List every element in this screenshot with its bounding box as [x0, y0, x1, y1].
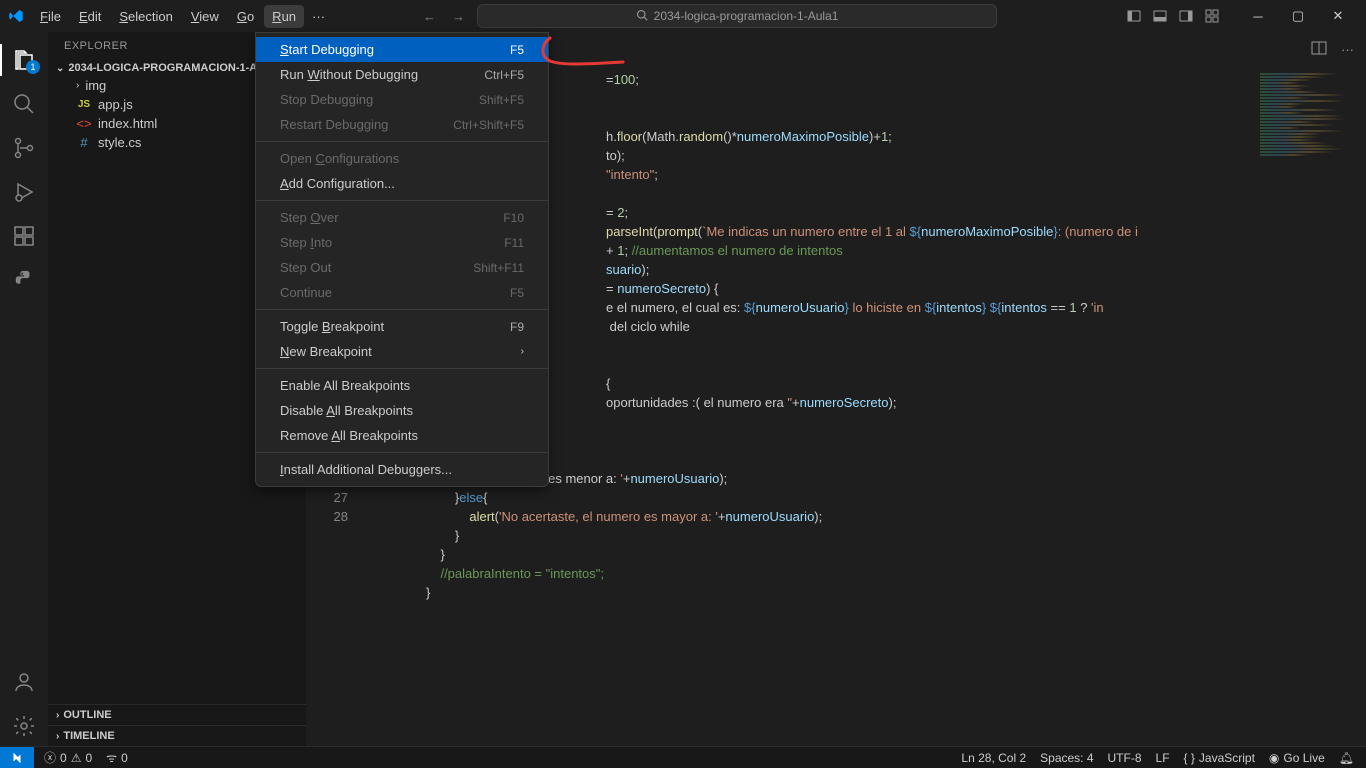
title-bar: FileEditSelectionViewGoRun ··· ← → 2034-… [0, 0, 1366, 32]
outline-section[interactable]: › OUTLINE [48, 704, 306, 725]
status-language[interactable]: { }JavaScript [1184, 751, 1255, 765]
warning-icon: ⚠ [71, 751, 82, 765]
css-file-icon: # [76, 135, 92, 150]
customize-layout-icon[interactable] [1204, 8, 1220, 24]
activity-bar: 1 [0, 32, 48, 746]
braces-icon: { } [1184, 751, 1195, 765]
timeline-label: TIMELINE [63, 730, 114, 742]
js-file-icon: JS [76, 99, 92, 110]
menu-item-new-breakpoint[interactable]: New Breakpoint› [256, 339, 548, 364]
status-indent[interactable]: Spaces: 4 [1040, 751, 1093, 765]
menu-item-remove-all-breakpoints[interactable]: Remove All Breakpoints [256, 423, 548, 448]
menu-overflow-icon[interactable]: ··· [304, 5, 333, 28]
activity-run-debug[interactable] [0, 172, 48, 212]
error-icon: ⓧ [44, 749, 56, 766]
menu-item-run-without-debugging[interactable]: Run Without DebuggingCtrl+F5 [256, 62, 548, 87]
run-menu: Start DebuggingF5Run Without DebuggingCt… [255, 32, 549, 487]
menu-file[interactable]: File [32, 5, 69, 28]
more-actions-icon[interactable]: ··· [1341, 42, 1354, 57]
menu-item-add-configuration-[interactable]: Add Configuration... [256, 171, 548, 196]
remote-button[interactable] [0, 747, 34, 768]
menu-selection[interactable]: Selection [111, 5, 180, 28]
nav-back-icon[interactable]: ← [423, 9, 436, 24]
antenna-icon: ᯤ [106, 749, 117, 766]
status-ports[interactable]: ᯤ0 [106, 749, 128, 766]
menu-item-step-out: Step OutShift+F11 [256, 255, 548, 280]
explorer-badge: 1 [26, 60, 40, 74]
maximize-button[interactable]: ▢ [1278, 0, 1318, 32]
status-bar: ⓧ0 ⚠0 ᯤ0 Ln 28, Col 2 Spaces: 4 UTF-8 LF… [0, 746, 1366, 768]
vscode-logo-icon [8, 8, 24, 24]
menu-view[interactable]: View [183, 5, 227, 28]
activity-source-control[interactable] [0, 128, 48, 168]
search-icon [636, 9, 648, 24]
chevron-right-icon: › [521, 346, 524, 357]
chevron-right-icon: › [56, 710, 59, 721]
toggle-panel-bottom-icon[interactable] [1152, 8, 1168, 24]
activity-extensions[interactable] [0, 216, 48, 256]
activity-settings[interactable] [0, 706, 48, 746]
menu-item-continue: ContinueF5 [256, 280, 548, 305]
toggle-panel-left-icon[interactable] [1126, 8, 1142, 24]
activity-search[interactable] [0, 84, 48, 124]
status-eol[interactable]: LF [1156, 751, 1170, 765]
menu-item-enable-all-breakpoints[interactable]: Enable All Breakpoints [256, 373, 548, 398]
activity-python[interactable] [0, 260, 48, 300]
window-controls: ─ ▢ ✕ [1238, 0, 1358, 32]
menu-item-disable-all-breakpoints[interactable]: Disable All Breakpoints [256, 398, 548, 423]
status-cursor[interactable]: Ln 28, Col 2 [961, 751, 1026, 765]
split-editor-icon[interactable] [1311, 40, 1327, 59]
menu-item-restart-debugging: Restart DebuggingCtrl+Shift+F5 [256, 112, 548, 137]
minimize-button[interactable]: ─ [1238, 0, 1278, 32]
menu-item-start-debugging[interactable]: Start DebuggingF5 [256, 37, 548, 62]
layout-controls [1126, 8, 1220, 24]
status-problems[interactable]: ⓧ0 ⚠0 [44, 749, 92, 766]
sidebar-title: EXPLORER [64, 40, 128, 52]
html-file-icon: <> [76, 116, 92, 131]
toggle-panel-right-icon[interactable] [1178, 8, 1194, 24]
chevron-down-icon: ⌄ [56, 63, 64, 74]
timeline-section[interactable]: › TIMELINE [48, 725, 306, 746]
minimap[interactable] [1256, 67, 1366, 746]
nav-forward-icon[interactable]: → [452, 9, 465, 24]
menu-item-open-configurations: Open Configurations [256, 146, 548, 171]
menu-edit[interactable]: Edit [71, 5, 109, 28]
menu-run[interactable]: Run [264, 5, 304, 28]
close-window-button[interactable]: ✕ [1318, 0, 1358, 32]
folder-root-label: 2034-LOGICA-PROGRAMACION-1-A... [68, 62, 266, 74]
menu-item-install-additional-debuggers-[interactable]: Install Additional Debuggers... [256, 457, 548, 482]
menu-item-toggle-breakpoint[interactable]: Toggle BreakpointF9 [256, 314, 548, 339]
chevron-right-icon: › [56, 731, 59, 742]
broadcast-icon: ◉ [1269, 751, 1279, 765]
menu-bar: FileEditSelectionViewGoRun [32, 5, 304, 28]
menu-go[interactable]: Go [229, 5, 262, 28]
bell-icon: 🔔︎ [1339, 751, 1354, 765]
activity-explorer[interactable]: 1 [0, 40, 48, 80]
search-text: 2034-logica-programacion-1-Aula1 [654, 9, 839, 23]
chevron-right-icon: › [76, 80, 79, 91]
status-go-live[interactable]: ◉Go Live [1269, 751, 1325, 765]
outline-label: OUTLINE [63, 709, 111, 721]
nav-arrows: ← → [423, 9, 465, 24]
command-center-search[interactable]: 2034-logica-programacion-1-Aula1 [477, 4, 997, 28]
activity-accounts[interactable] [0, 662, 48, 702]
menu-item-step-over: Step OverF10 [256, 205, 548, 230]
status-notifications[interactable]: 🔔︎ [1339, 751, 1354, 765]
status-encoding[interactable]: UTF-8 [1108, 751, 1142, 765]
menu-item-step-into: Step IntoF11 [256, 230, 548, 255]
menu-item-stop-debugging: Stop DebuggingShift+F5 [256, 87, 548, 112]
